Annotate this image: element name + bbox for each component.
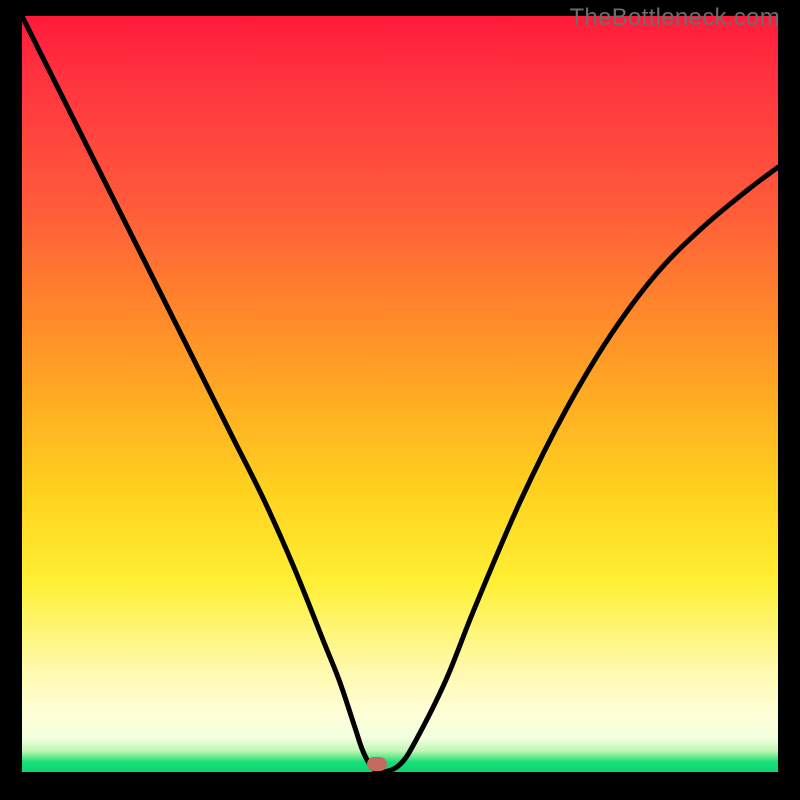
chart-frame <box>20 14 780 774</box>
plot-gradient-background <box>22 16 778 772</box>
watermark-label: TheBottleneck.com <box>569 4 780 32</box>
curve-path <box>22 16 778 772</box>
optimal-point-marker <box>367 757 387 771</box>
bottleneck-curve <box>22 16 778 772</box>
